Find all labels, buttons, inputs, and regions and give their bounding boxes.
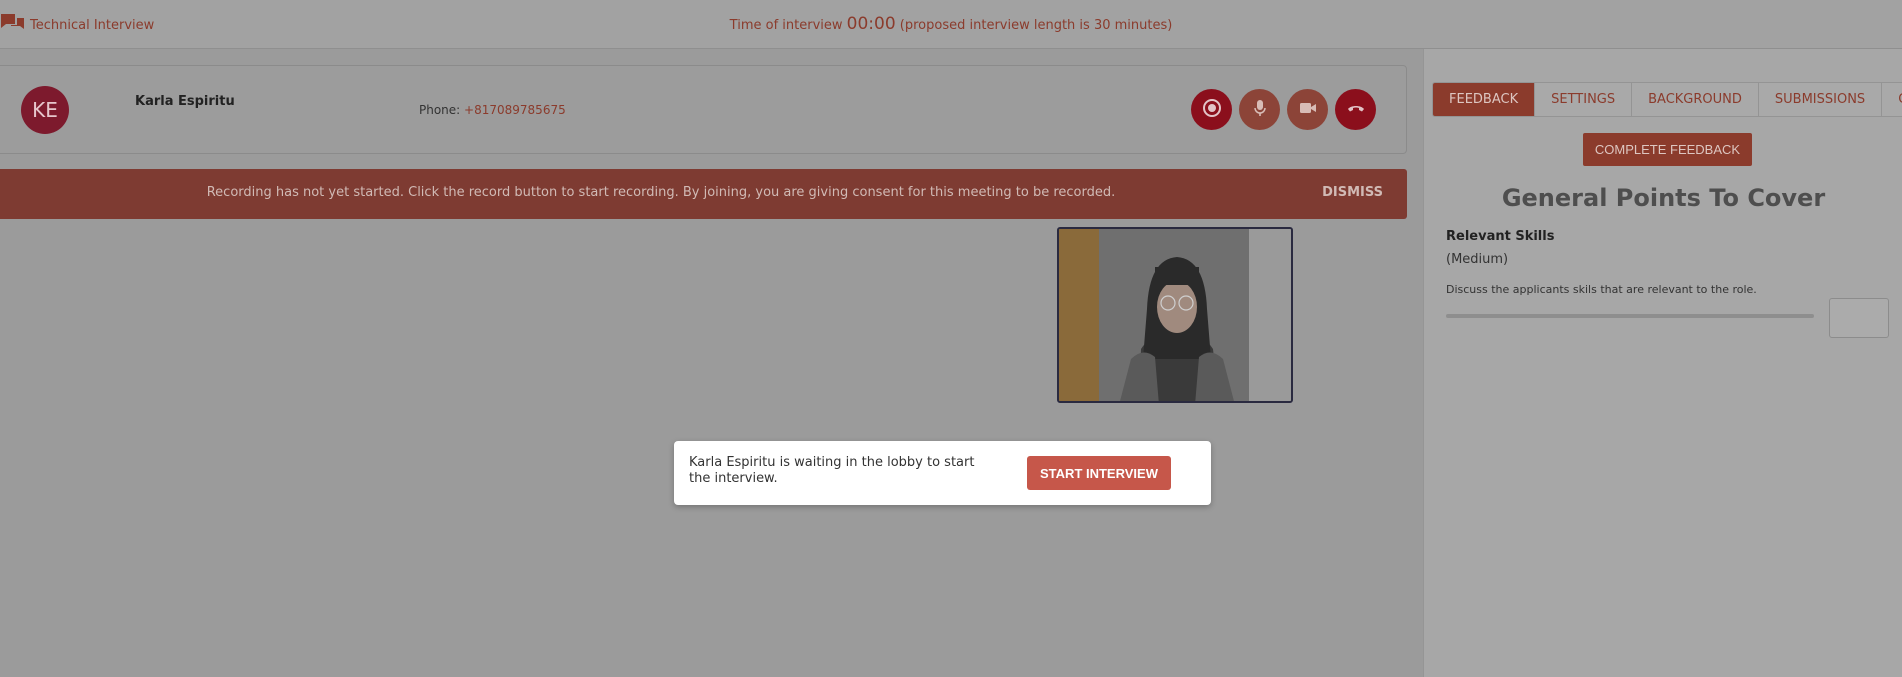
section-title: General Points To Cover — [1501, 184, 1826, 212]
recording-banner: Recording has not yet started. Click the… — [0, 169, 1407, 219]
dismiss-button[interactable]: DISMISS — [1322, 185, 1383, 200]
complete-feedback-button[interactable]: COMPLETE FEEDBACK — [1583, 133, 1752, 166]
microphone-button[interactable] — [1239, 89, 1280, 130]
top-bar: Technical Interview Time of interview 00… — [0, 0, 1902, 49]
tab-ch[interactable]: CH — [1882, 83, 1902, 116]
skill-rating-slider[interactable] — [1446, 314, 1814, 318]
phone-number[interactable]: +817089785675 — [464, 103, 566, 117]
interview-timer: Time of interview 00:00 (proposed interv… — [0, 14, 1902, 34]
skill-description: Discuss the applicants skils that are re… — [1446, 283, 1757, 296]
lobby-message: Karla Espiritu is waiting in the lobby t… — [689, 455, 975, 486]
video-frame-image — [1059, 229, 1291, 401]
feedback-sidebar: FEEDBACK SETTINGS BACKGROUND SUBMISSIONS… — [1423, 49, 1902, 677]
lobby-dialog: Karla Espiritu is waiting in the lobby t… — [674, 441, 1211, 505]
caller-card: KE Karla Espiritu Phone: +817089785675 — [0, 65, 1407, 154]
caller-phone: Phone: +817089785675 — [419, 103, 566, 117]
tab-feedback[interactable]: FEEDBACK — [1433, 83, 1536, 116]
timer-prefix: Time of interview — [729, 18, 843, 33]
recording-message: Recording has not yet started. Click the… — [206, 185, 1116, 200]
self-video-preview — [1057, 227, 1293, 403]
hang-up-icon — [1346, 98, 1366, 122]
skill-score-input[interactable] — [1829, 298, 1889, 338]
avatar: KE — [21, 86, 69, 134]
record-icon — [1202, 98, 1222, 122]
skill-title: Relevant Skills — [1446, 229, 1555, 244]
tab-background[interactable]: BACKGROUND — [1632, 83, 1759, 116]
record-button[interactable] — [1191, 89, 1232, 130]
video-camera-button[interactable] — [1287, 89, 1328, 130]
start-interview-button[interactable]: START INTERVIEW — [1027, 456, 1171, 490]
caller-name: Karla Espiritu — [135, 94, 235, 109]
video-camera-icon — [1298, 98, 1318, 122]
tab-submissions[interactable]: SUBMISSIONS — [1759, 83, 1883, 116]
main-area: KE Karla Espiritu Phone: +817089785675 R… — [0, 49, 1423, 677]
skill-level: (Medium) — [1446, 252, 1509, 267]
call-controls — [1191, 89, 1376, 130]
interview-page: Technical Interview Time of interview 00… — [0, 0, 1902, 677]
microphone-icon — [1250, 98, 1270, 122]
tab-settings[interactable]: SETTINGS — [1535, 83, 1633, 116]
timer-value: 00:00 — [846, 14, 896, 34]
sidebar-tabs: FEEDBACK SETTINGS BACKGROUND SUBMISSIONS… — [1432, 82, 1902, 117]
timer-suffix: (proposed interview length is 30 minutes… — [899, 18, 1173, 33]
phone-label: Phone: — [419, 103, 461, 117]
hang-up-button[interactable] — [1335, 89, 1376, 130]
